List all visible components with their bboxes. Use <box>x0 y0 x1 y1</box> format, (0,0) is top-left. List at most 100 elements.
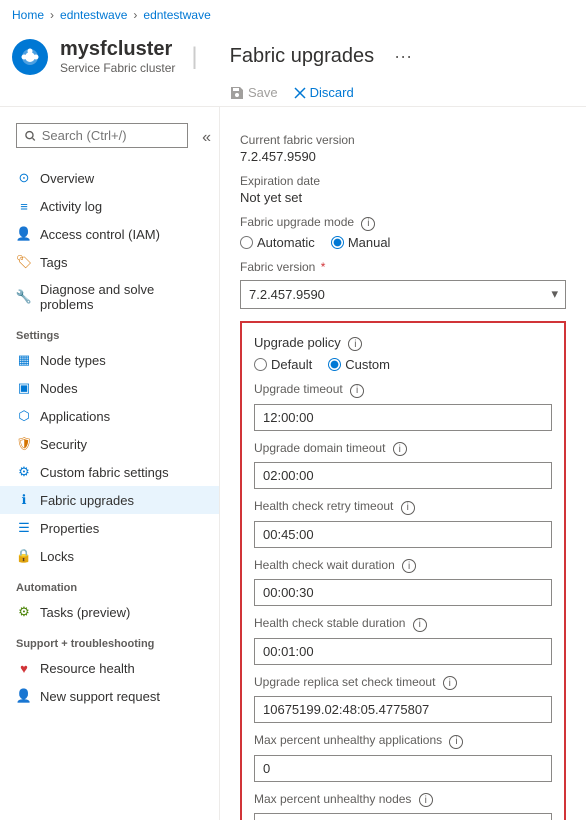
breadcrumb-level2[interactable]: edntestwave <box>143 8 210 22</box>
health-check-retry-input[interactable] <box>254 521 552 548</box>
health-check-wait-info-icon[interactable]: i <box>402 559 416 573</box>
sidebar-item-tasks[interactable]: ⚙ Tasks (preview) <box>0 598 219 626</box>
cluster-icon <box>12 39 48 75</box>
health-check-wait-input[interactable] <box>254 579 552 606</box>
sidebar-item-properties[interactable]: ☰ Properties <box>0 514 219 542</box>
policy-default-radio[interactable] <box>254 358 267 371</box>
max-unhealthy-nodes-input[interactable] <box>254 813 552 820</box>
expiration-date-label: Expiration date <box>240 174 566 188</box>
mode-automatic-radio[interactable] <box>240 236 253 249</box>
fabric-version-dropdown[interactable]: 7.2.457.9590 <box>240 280 566 309</box>
upgrade-domain-timeout-info-icon[interactable]: i <box>393 442 407 456</box>
breadcrumb: Home › edntestwave › edntestwave <box>0 0 586 30</box>
sidebar-item-security[interactable]: 🛡 Security <box>0 430 219 458</box>
fabric-icon: ℹ <box>16 492 32 508</box>
cluster-name: mysfcluster <box>60 38 175 61</box>
current-version-value: 7.2.457.9590 <box>240 149 566 164</box>
upgrade-replica-input[interactable] <box>254 696 552 723</box>
collapse-button[interactable]: « <box>202 129 211 147</box>
upgrade-mode-radio-group: Automatic Manual <box>240 235 566 250</box>
upgrade-mode-label: Fabric upgrade mode i <box>240 215 566 231</box>
upgrade-timeout-label: Upgrade timeout i <box>254 382 552 398</box>
diagnose-icon: 🔧 <box>16 289 32 305</box>
sidebar-item-custom-fabric[interactable]: ⚙ Custom fabric settings <box>0 458 219 486</box>
properties-icon: ☰ <box>16 520 32 536</box>
upgrade-replica-info-icon[interactable]: i <box>443 676 457 690</box>
max-unhealthy-nodes-info-icon[interactable]: i <box>419 793 433 807</box>
activity-icon: ≡ <box>16 198 32 214</box>
main-content: Current fabric version 7.2.457.9590 Expi… <box>220 107 586 820</box>
page-header: mysfcluster Service Fabric cluster | Fab… <box>0 30 586 79</box>
mode-manual-option[interactable]: Manual <box>331 235 391 250</box>
automation-section-header: Automation <box>0 570 219 598</box>
tasks-icon: ⚙ <box>16 604 32 620</box>
support-icon: 👤 <box>16 688 32 704</box>
sidebar-item-nodes[interactable]: ▣ Nodes <box>0 374 219 402</box>
upgrade-timeout-input[interactable] <box>254 404 552 431</box>
tags-icon: 🏷 <box>16 254 32 270</box>
settings-section-header: Settings <box>0 318 219 346</box>
expiration-date-value: Not yet set <box>240 190 566 205</box>
health-check-retry-info-icon[interactable]: i <box>401 501 415 515</box>
title-separator: | <box>191 43 197 71</box>
mode-manual-radio[interactable] <box>331 236 344 249</box>
upgrade-policy-radio-group: Default Custom <box>254 357 552 372</box>
locks-icon: 🔒 <box>16 548 32 564</box>
sidebar-item-node-types[interactable]: ▦ Node types <box>0 346 219 374</box>
sidebar-item-locks[interactable]: 🔒 Locks <box>0 542 219 570</box>
health-check-stable-info-icon[interactable]: i <box>413 618 427 632</box>
sidebar-item-overview[interactable]: ⊙ Overview <box>0 164 219 192</box>
upgrade-policy-header: Upgrade policy i <box>254 335 552 352</box>
fabric-version-label: Fabric version * <box>240 260 566 274</box>
sidebar-item-applications[interactable]: ⬡ Applications <box>0 402 219 430</box>
support-section-header: Support + troubleshooting <box>0 626 219 654</box>
applications-icon: ⬡ <box>16 408 32 424</box>
current-version-label: Current fabric version <box>240 133 566 147</box>
health-check-stable-input[interactable] <box>254 638 552 665</box>
save-button[interactable]: Save <box>230 85 278 100</box>
custom-icon: ⚙ <box>16 464 32 480</box>
sidebar-item-diagnose[interactable]: 🔧 Diagnose and solve problems <box>0 276 219 318</box>
upgrade-replica-label: Upgrade replica set check timeout i <box>254 675 552 691</box>
sidebar: « ⊙ Overview ≡ Activity log 👤 Access con… <box>0 107 220 820</box>
required-star: * <box>321 260 326 274</box>
sidebar-item-tags[interactable]: 🏷 Tags <box>0 248 219 276</box>
max-unhealthy-apps-label: Max percent unhealthy applications i <box>254 733 552 749</box>
header-title-group: mysfcluster Service Fabric cluster <box>60 38 175 75</box>
mode-automatic-option[interactable]: Automatic <box>240 235 315 250</box>
nodetypes-icon: ▦ <box>16 352 32 368</box>
fabric-version-dropdown-wrapper: 7.2.457.9590 ▾ <box>240 280 566 309</box>
health-check-wait-label: Health check wait duration i <box>254 558 552 574</box>
discard-button[interactable]: Discard <box>294 85 354 100</box>
cluster-type: Service Fabric cluster <box>60 61 175 75</box>
sidebar-item-activity-log[interactable]: ≡ Activity log <box>0 192 219 220</box>
search-box[interactable] <box>16 123 188 148</box>
policy-default-option[interactable]: Default <box>254 357 312 372</box>
health-check-stable-label: Health check stable duration i <box>254 616 552 632</box>
sidebar-item-fabric-upgrades[interactable]: ℹ Fabric upgrades <box>0 486 219 514</box>
health-check-retry-label: Health check retry timeout i <box>254 499 552 515</box>
sidebar-item-access-control[interactable]: 👤 Access control (IAM) <box>0 220 219 248</box>
policy-custom-option[interactable]: Custom <box>328 357 390 372</box>
max-unhealthy-nodes-label: Max percent unhealthy nodes i <box>254 792 552 808</box>
more-options-button[interactable]: ··· <box>394 46 412 67</box>
page-title: Fabric upgrades <box>218 45 375 68</box>
breadcrumb-home[interactable]: Home <box>12 8 44 22</box>
search-input[interactable] <box>42 128 179 143</box>
sidebar-item-new-support[interactable]: 👤 New support request <box>0 682 219 710</box>
upgrade-mode-info-icon[interactable]: i <box>361 217 375 231</box>
breadcrumb-level1[interactable]: edntestwave <box>60 8 127 22</box>
max-unhealthy-apps-input[interactable] <box>254 755 552 782</box>
upgrade-timeout-info-icon[interactable]: i <box>350 384 364 398</box>
max-unhealthy-apps-info-icon[interactable]: i <box>449 735 463 749</box>
upgrade-policy-section: Upgrade policy i Default Custom Upgrade … <box>240 321 566 821</box>
sidebar-item-resource-health[interactable]: ♥ Resource health <box>0 654 219 682</box>
security-icon: 🛡 <box>16 436 32 452</box>
access-icon: 👤 <box>16 226 32 242</box>
health-icon: ♥ <box>16 660 32 676</box>
upgrade-domain-timeout-input[interactable] <box>254 462 552 489</box>
upgrade-policy-info-icon[interactable]: i <box>348 337 362 351</box>
overview-icon: ⊙ <box>16 170 32 186</box>
policy-custom-radio[interactable] <box>328 358 341 371</box>
main-layout: « ⊙ Overview ≡ Activity log 👤 Access con… <box>0 107 586 820</box>
